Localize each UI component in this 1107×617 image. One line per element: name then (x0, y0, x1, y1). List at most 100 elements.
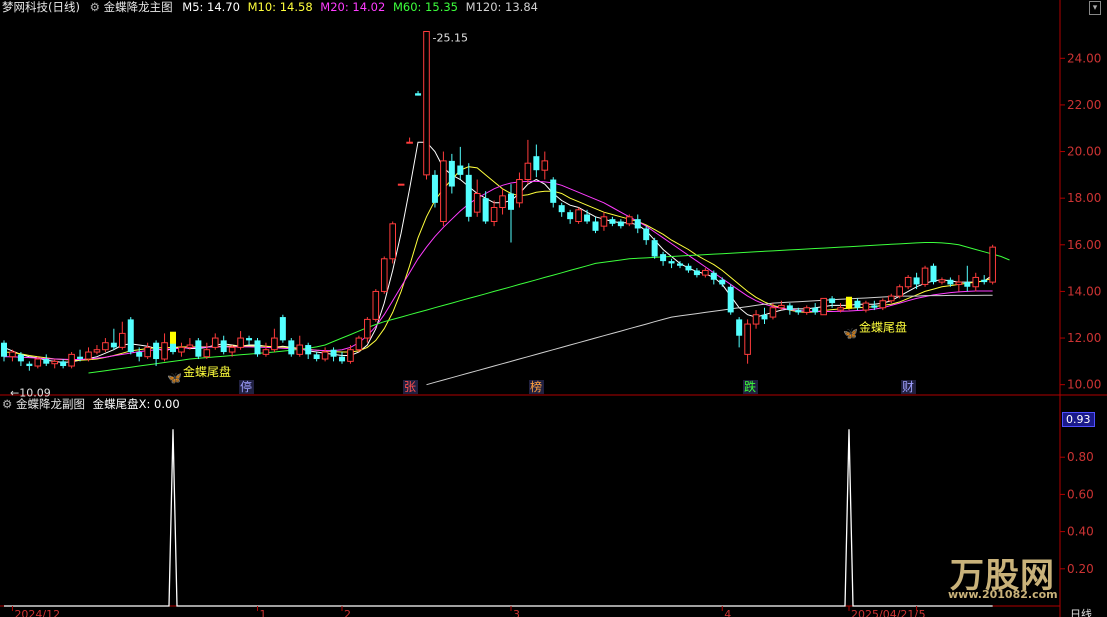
candle-body (254, 340, 261, 355)
candle-body (820, 297, 827, 316)
candle-body (769, 307, 777, 318)
sub-y-tick-label: 0.80 (1067, 450, 1094, 464)
candle-body (17, 354, 24, 362)
candle-body (677, 263, 683, 266)
candle-body (938, 279, 946, 283)
candle-body (51, 360, 59, 365)
candle-body (736, 319, 743, 336)
candle-body (567, 212, 574, 220)
high-label: -25.15 (433, 31, 468, 44)
candle-body (110, 342, 117, 348)
candle-body (778, 304, 785, 309)
event-marker: 跌 (744, 379, 756, 394)
stock-name[interactable]: 梦网科技(日线) (2, 0, 80, 14)
ma-line-m60 (88, 242, 1010, 374)
candle-body (279, 317, 286, 341)
candle-body (719, 279, 726, 285)
ma5-value: M5: 14.70 (182, 0, 240, 14)
y-tick-label: 12.00 (1067, 331, 1101, 345)
sub-indicator-title[interactable]: 金蝶降龙副图 (16, 397, 85, 411)
candle-body (228, 346, 236, 353)
candle-body (161, 342, 168, 360)
candle-body (186, 344, 194, 348)
candle-body (220, 340, 227, 353)
candle-body (964, 282, 971, 287)
candle-body (321, 351, 329, 360)
candle-body (296, 344, 304, 355)
y-tick-label: 24.00 (1067, 51, 1101, 65)
candle-body (85, 351, 92, 360)
candle-body (862, 302, 870, 311)
expand-icon[interactable]: ▾ (1089, 1, 1101, 15)
current-value-badge: 0.93 (1062, 412, 1095, 427)
main-indicator-title[interactable]: 金蝶降龙主图 (104, 0, 173, 14)
ma120-value: M120: 13.84 (465, 0, 538, 14)
event-marker: 张 (404, 380, 416, 394)
candle-body (423, 30, 430, 176)
candle-body (347, 349, 354, 362)
candle-body (288, 340, 295, 355)
candle-body (1, 342, 7, 357)
settings-icon[interactable]: ⚙ (2, 397, 12, 411)
candle-body (68, 353, 75, 367)
candle-body (651, 240, 658, 257)
x-tick-label: 2 (344, 608, 351, 617)
candle-body (34, 358, 42, 367)
settings-icon[interactable]: ⚙ (90, 0, 100, 14)
candle-body (854, 300, 861, 308)
candle-body (262, 349, 270, 355)
candle-body (415, 93, 422, 96)
candle-body (26, 363, 33, 367)
candle-body (473, 193, 481, 213)
candle-body (981, 279, 988, 283)
candle-body (43, 359, 50, 364)
y-tick-label: 16.00 (1067, 238, 1101, 252)
candle-body (930, 265, 937, 283)
signal-bar (170, 331, 176, 344)
candle-body (702, 269, 709, 276)
candle-body (178, 346, 185, 353)
candle-body (744, 323, 751, 355)
candle-body (203, 349, 211, 358)
candle-body (364, 318, 371, 339)
candle-body (330, 349, 337, 357)
sub-y-tick-label: 0.40 (1067, 525, 1094, 539)
candle-body (904, 276, 912, 288)
candle-body (600, 216, 608, 227)
candle-body (896, 286, 904, 297)
candle-body (372, 290, 380, 320)
candle-body (524, 162, 532, 181)
candle-body (136, 352, 143, 357)
candle-body (60, 361, 67, 367)
watermark-url: www.201082.com (948, 588, 1058, 601)
y-tick-label: 10.00 (1067, 378, 1101, 392)
y-tick-label: 18.00 (1067, 191, 1101, 205)
x-tick-label: 2025/04/21/ (851, 608, 918, 617)
signal-label: 金蝶尾盘 (183, 364, 231, 379)
y-tick-label: 22.00 (1067, 98, 1101, 112)
y-tick-label: 14.00 (1067, 284, 1101, 298)
candle-body (508, 193, 514, 210)
x-tick-label: 2024/12 (14, 608, 60, 617)
candle-body (77, 356, 84, 360)
ma-line-m120 (426, 294, 993, 386)
main-chart: 24.00 22.00 20.00 18.00 16.00 14.00 12.00 10.00… (0, 0, 1107, 617)
candle-body (558, 205, 565, 213)
candle-body (153, 342, 160, 360)
candle-body (237, 337, 244, 348)
candle-body (795, 310, 802, 313)
x-tick-label: 3 (513, 608, 520, 617)
candle-body (541, 160, 549, 171)
candle-body (786, 305, 793, 311)
candle-body (989, 246, 996, 283)
candle-body (634, 219, 641, 229)
event-marker: 榜 (530, 379, 542, 394)
candle-body (871, 305, 878, 308)
period-label: 日线 (1070, 607, 1092, 617)
candle-body (685, 265, 692, 271)
candle-body (127, 319, 134, 353)
sub-indicator-value: 金蝶尾盘X: 0.00 (92, 397, 180, 411)
ma60-value: M60: 15.35 (392, 0, 458, 14)
signal-label: 金蝶尾盘 (859, 320, 907, 335)
candle-body (727, 286, 734, 313)
